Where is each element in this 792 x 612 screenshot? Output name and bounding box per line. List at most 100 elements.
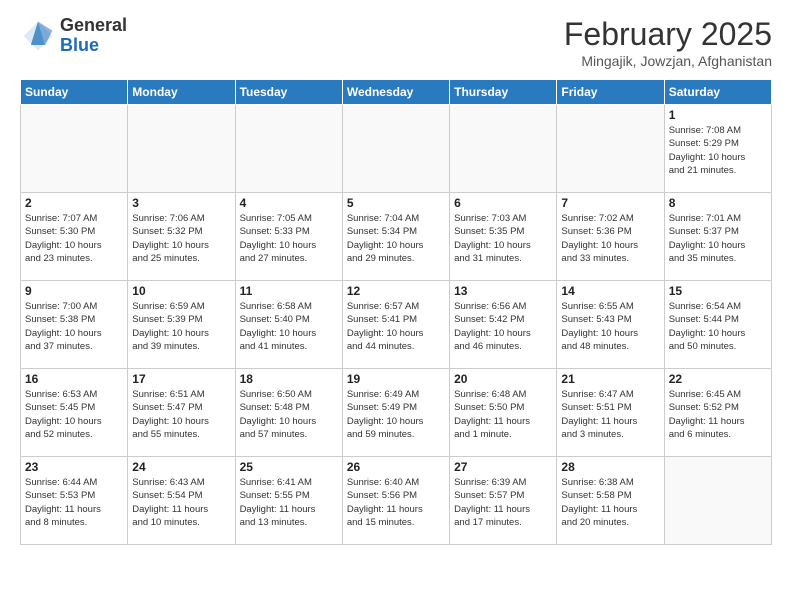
day-info: Sunrise: 6:47 AM Sunset: 5:51 PM Dayligh… [561, 388, 659, 441]
day-number: 2 [25, 196, 123, 210]
title-block: February 2025 Mingajik, Jowzjan, Afghani… [564, 16, 772, 69]
calendar-week-row: 9 Sunrise: 7:00 AM Sunset: 5:38 PM Daylig… [21, 281, 772, 369]
calendar-header: SundayMondayTuesdayWednesdayThursdayFrid… [21, 80, 772, 105]
day-number: 9 [25, 284, 123, 298]
day-info: Sunrise: 7:06 AM Sunset: 5:32 PM Dayligh… [132, 212, 230, 265]
logo-icon [20, 18, 56, 54]
day-number: 13 [454, 284, 552, 298]
day-number: 26 [347, 460, 445, 474]
day-info: Sunrise: 6:41 AM Sunset: 5:55 PM Dayligh… [240, 476, 338, 529]
day-number: 23 [25, 460, 123, 474]
calendar-day-cell [664, 457, 771, 545]
day-number: 28 [561, 460, 659, 474]
weekday-header: Monday [128, 80, 235, 105]
day-number: 1 [669, 108, 767, 122]
calendar-day-cell: 2 Sunrise: 7:07 AM Sunset: 5:30 PM Daylig… [21, 193, 128, 281]
day-number: 14 [561, 284, 659, 298]
calendar-day-cell: 8 Sunrise: 7:01 AM Sunset: 5:37 PM Daylig… [664, 193, 771, 281]
day-info: Sunrise: 6:55 AM Sunset: 5:43 PM Dayligh… [561, 300, 659, 353]
day-number: 16 [25, 372, 123, 386]
calendar-day-cell: 6 Sunrise: 7:03 AM Sunset: 5:35 PM Daylig… [450, 193, 557, 281]
calendar-day-cell: 3 Sunrise: 7:06 AM Sunset: 5:32 PM Daylig… [128, 193, 235, 281]
day-info: Sunrise: 7:07 AM Sunset: 5:30 PM Dayligh… [25, 212, 123, 265]
logo: General Blue [20, 16, 127, 56]
day-number: 24 [132, 460, 230, 474]
calendar-day-cell: 5 Sunrise: 7:04 AM Sunset: 5:34 PM Daylig… [342, 193, 449, 281]
weekday-header: Friday [557, 80, 664, 105]
day-info: Sunrise: 6:45 AM Sunset: 5:52 PM Dayligh… [669, 388, 767, 441]
day-number: 12 [347, 284, 445, 298]
day-number: 15 [669, 284, 767, 298]
weekday-header: Wednesday [342, 80, 449, 105]
day-info: Sunrise: 6:53 AM Sunset: 5:45 PM Dayligh… [25, 388, 123, 441]
calendar-table: SundayMondayTuesdayWednesdayThursdayFrid… [20, 79, 772, 545]
day-info: Sunrise: 7:08 AM Sunset: 5:29 PM Dayligh… [669, 124, 767, 177]
day-number: 21 [561, 372, 659, 386]
day-number: 22 [669, 372, 767, 386]
day-info: Sunrise: 7:03 AM Sunset: 5:35 PM Dayligh… [454, 212, 552, 265]
calendar-day-cell: 24Sunrise: 6:43 AM Sunset: 5:54 PM Dayli… [128, 457, 235, 545]
calendar-day-cell: 16 Sunrise: 6:53 AM Sunset: 5:45 PM Dayli… [21, 369, 128, 457]
day-number: 10 [132, 284, 230, 298]
day-info: Sunrise: 7:01 AM Sunset: 5:37 PM Dayligh… [669, 212, 767, 265]
calendar-day-cell: 20 Sunrise: 6:48 AM Sunset: 5:50 PM Dayli… [450, 369, 557, 457]
day-number: 4 [240, 196, 338, 210]
weekday-header: Tuesday [235, 80, 342, 105]
day-info: Sunrise: 6:58 AM Sunset: 5:40 PM Dayligh… [240, 300, 338, 353]
calendar-week-row: 16 Sunrise: 6:53 AM Sunset: 5:45 PM Dayli… [21, 369, 772, 457]
day-info: Sunrise: 6:48 AM Sunset: 5:50 PM Dayligh… [454, 388, 552, 441]
calendar-day-cell: 10Sunrise: 6:59 AM Sunset: 5:39 PM Dayli… [128, 281, 235, 369]
day-info: Sunrise: 6:40 AM Sunset: 5:56 PM Dayligh… [347, 476, 445, 529]
calendar-day-cell: 19 Sunrise: 6:49 AM Sunset: 5:49 PM Dayli… [342, 369, 449, 457]
calendar-day-cell: 28 Sunrise: 6:38 AM Sunset: 5:58 PM Dayli… [557, 457, 664, 545]
day-number: 20 [454, 372, 552, 386]
day-number: 6 [454, 196, 552, 210]
day-info: Sunrise: 6:50 AM Sunset: 5:48 PM Dayligh… [240, 388, 338, 441]
calendar-day-cell: 13Sunrise: 6:56 AM Sunset: 5:42 PM Dayli… [450, 281, 557, 369]
weekday-header: Thursday [450, 80, 557, 105]
day-info: Sunrise: 6:54 AM Sunset: 5:44 PM Dayligh… [669, 300, 767, 353]
logo-general: General [60, 15, 127, 35]
calendar-day-cell: 21 Sunrise: 6:47 AM Sunset: 5:51 PM Dayli… [557, 369, 664, 457]
logo-text: General Blue [60, 16, 127, 56]
calendar-day-cell: 9 Sunrise: 7:00 AM Sunset: 5:38 PM Daylig… [21, 281, 128, 369]
calendar-day-cell: 4 Sunrise: 7:05 AM Sunset: 5:33 PM Daylig… [235, 193, 342, 281]
day-info: Sunrise: 7:04 AM Sunset: 5:34 PM Dayligh… [347, 212, 445, 265]
day-info: Sunrise: 6:51 AM Sunset: 5:47 PM Dayligh… [132, 388, 230, 441]
day-info: Sunrise: 6:44 AM Sunset: 5:53 PM Dayligh… [25, 476, 123, 529]
calendar-week-row: 1 Sunrise: 7:08 AM Sunset: 5:29 PM Daylig… [21, 105, 772, 193]
day-number: 18 [240, 372, 338, 386]
calendar-day-cell: 26 Sunrise: 6:40 AM Sunset: 5:56 PM Dayli… [342, 457, 449, 545]
logo-blue: Blue [60, 35, 99, 55]
calendar-day-cell: 25 Sunrise: 6:41 AM Sunset: 5:55 PM Dayli… [235, 457, 342, 545]
calendar-day-cell: 18 Sunrise: 6:50 AM Sunset: 5:48 PM Dayli… [235, 369, 342, 457]
day-number: 17 [132, 372, 230, 386]
page-header: General Blue February 2025 Mingajik, Jow… [20, 16, 772, 69]
day-info: Sunrise: 7:05 AM Sunset: 5:33 PM Dayligh… [240, 212, 338, 265]
day-number: 8 [669, 196, 767, 210]
month-year: February 2025 [564, 16, 772, 53]
day-info: Sunrise: 7:00 AM Sunset: 5:38 PM Dayligh… [25, 300, 123, 353]
calendar-day-cell [342, 105, 449, 193]
calendar-day-cell: 23 Sunrise: 6:44 AM Sunset: 5:53 PM Dayli… [21, 457, 128, 545]
day-info: Sunrise: 7:02 AM Sunset: 5:36 PM Dayligh… [561, 212, 659, 265]
day-info: Sunrise: 6:57 AM Sunset: 5:41 PM Dayligh… [347, 300, 445, 353]
calendar-day-cell [557, 105, 664, 193]
day-info: Sunrise: 6:49 AM Sunset: 5:49 PM Dayligh… [347, 388, 445, 441]
day-info: Sunrise: 6:38 AM Sunset: 5:58 PM Dayligh… [561, 476, 659, 529]
day-number: 25 [240, 460, 338, 474]
day-number: 5 [347, 196, 445, 210]
calendar-day-cell [21, 105, 128, 193]
weekday-header: Sunday [21, 80, 128, 105]
calendar-week-row: 23 Sunrise: 6:44 AM Sunset: 5:53 PM Dayli… [21, 457, 772, 545]
day-number: 27 [454, 460, 552, 474]
calendar-day-cell [128, 105, 235, 193]
day-number: 7 [561, 196, 659, 210]
location: Mingajik, Jowzjan, Afghanistan [564, 53, 772, 69]
day-number: 11 [240, 284, 338, 298]
day-number: 3 [132, 196, 230, 210]
day-number: 19 [347, 372, 445, 386]
calendar-day-cell: 15 Sunrise: 6:54 AM Sunset: 5:44 PM Dayli… [664, 281, 771, 369]
calendar-day-cell: 1 Sunrise: 7:08 AM Sunset: 5:29 PM Daylig… [664, 105, 771, 193]
calendar-day-cell: 27Sunrise: 6:39 AM Sunset: 5:57 PM Dayli… [450, 457, 557, 545]
